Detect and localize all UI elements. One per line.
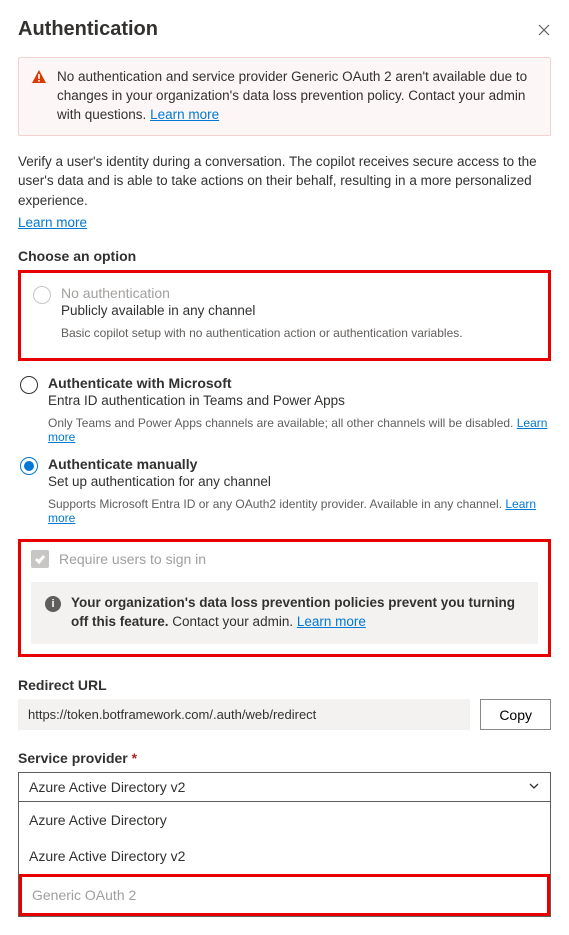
dlp-info-text: Your organization's data loss prevention… <box>71 594 524 632</box>
option-title: Authenticate with Microsoft <box>48 375 549 391</box>
dlp-learn-more-link[interactable]: Learn more <box>297 614 366 629</box>
redirect-url-input[interactable] <box>18 699 470 730</box>
service-provider-selected: Azure Active Directory v2 <box>29 779 185 795</box>
choose-option-label: Choose an option <box>18 248 551 264</box>
highlight-box-no-auth: No authentication Publicly available in … <box>18 270 551 361</box>
service-provider-label: Service provider * <box>18 750 551 766</box>
page-title: Authentication <box>18 18 158 41</box>
option-no-authentication[interactable]: No authentication Publicly available in … <box>31 281 538 348</box>
option-title: No authentication <box>61 285 536 301</box>
option-authenticate-manually[interactable]: Authenticate manually Set up authenticat… <box>18 452 551 533</box>
service-provider-select[interactable]: Azure Active Directory v2 <box>18 772 551 802</box>
dlp-info-banner: i Your organization's data loss preventi… <box>31 582 538 644</box>
option-note: Only Teams and Power Apps channels are a… <box>48 416 549 444</box>
radio-authenticate-manually[interactable] <box>20 457 38 475</box>
require-signin-checkbox <box>31 550 49 568</box>
close-button[interactable] <box>537 23 551 37</box>
required-indicator: * <box>132 750 137 766</box>
highlight-box-require-signin: Require users to sign in i Your organiza… <box>18 539 551 657</box>
radio-authenticate-microsoft[interactable] <box>20 376 38 394</box>
require-signin-label: Require users to sign in <box>59 551 206 567</box>
service-provider-dropdown: Azure Active Directory Azure Active Dire… <box>18 802 551 917</box>
dropdown-option-aad[interactable]: Azure Active Directory <box>19 802 550 838</box>
intro-text: Verify a user's identity during a conver… <box>18 152 551 211</box>
warning-learn-more-link[interactable]: Learn more <box>150 107 219 122</box>
radio-no-authentication <box>33 286 51 304</box>
option-note: Supports Microsoft Entra ID or any OAuth… <box>48 497 549 525</box>
highlight-box-generic-oauth: Generic OAuth 2 <box>19 874 550 916</box>
option-authenticate-microsoft[interactable]: Authenticate with Microsoft Entra ID aut… <box>18 371 551 452</box>
option-note: Basic copilot setup with no authenticati… <box>61 326 536 340</box>
chevron-down-icon <box>528 779 540 795</box>
option-subtitle: Publicly available in any channel <box>61 303 536 318</box>
warning-icon <box>31 69 47 125</box>
dropdown-option-aad-v2[interactable]: Azure Active Directory v2 <box>19 838 550 874</box>
dropdown-option-generic-oauth[interactable]: Generic OAuth 2 <box>19 874 550 916</box>
warning-text: No authentication and service provider G… <box>57 68 538 125</box>
option-title: Authenticate manually <box>48 456 549 472</box>
info-icon: i <box>45 596 61 612</box>
redirect-url-label: Redirect URL <box>18 677 551 693</box>
copy-button[interactable]: Copy <box>480 699 551 730</box>
option-subtitle: Set up authentication for any channel <box>48 474 549 489</box>
require-signin-row: Require users to sign in <box>31 550 538 568</box>
intro-learn-more-link[interactable]: Learn more <box>18 215 87 230</box>
warning-banner: No authentication and service provider G… <box>18 57 551 136</box>
option-subtitle: Entra ID authentication in Teams and Pow… <box>48 393 549 408</box>
